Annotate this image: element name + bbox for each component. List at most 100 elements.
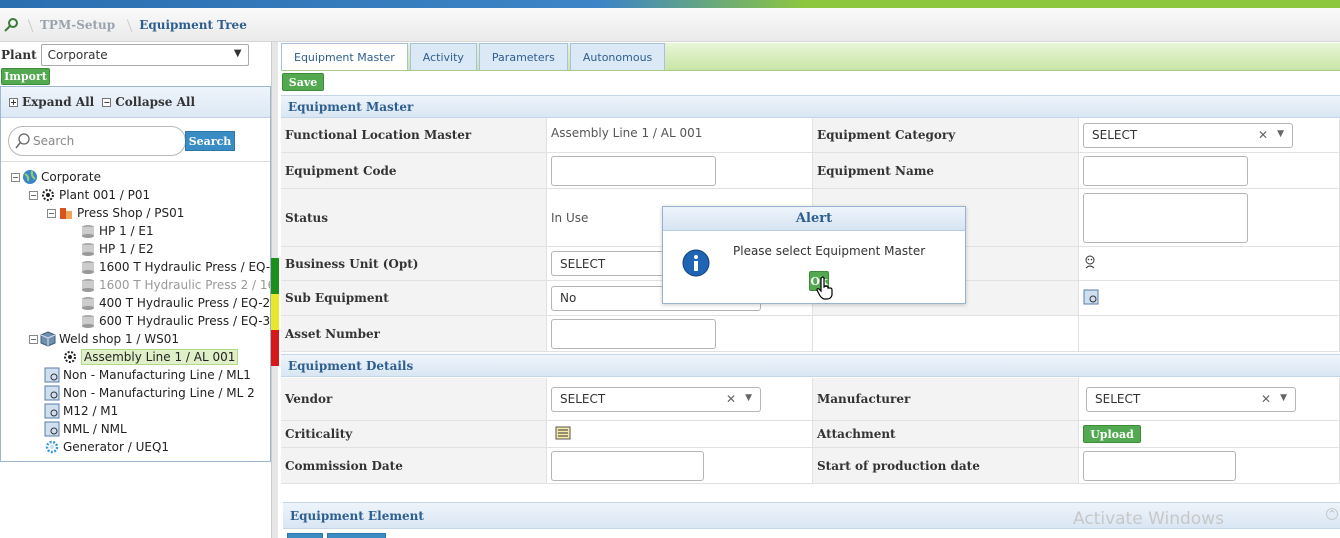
breadcrumb-separator (121, 15, 129, 35)
collapse-all-button[interactable]: − Collapse All (102, 95, 199, 109)
minus-icon: − (102, 97, 112, 107)
equipment-code-input[interactable] (551, 155, 716, 186)
tab-bar: Equipment Master Activity Parameters Aut… (281, 43, 1340, 71)
save-button[interactable]: Save (282, 73, 324, 91)
equipment-category-label: Equipment Category (813, 118, 1079, 152)
tree-node-non-mfg-ml1[interactable]: Non - Manufacturing Line / ML1 (44, 366, 251, 384)
globe-icon (22, 169, 38, 185)
commission-date-label: Commission Date (281, 448, 547, 483)
tree-node-400t-eq2[interactable]: 400 T Hydraulic Press / EQ-2 (80, 294, 270, 312)
equipment-code-label: Equipment Code (281, 153, 547, 188)
asset-empty-cell-a (813, 316, 1079, 351)
start-production-input[interactable] (1083, 450, 1236, 481)
activate-windows-watermark: Activate Windows (1073, 509, 1224, 529)
tree-node-non-mfg-ml2[interactable]: Non - Manufacturing Line / ML 2 (44, 384, 255, 402)
tree-node-corporate[interactable]: − Corporate (11, 168, 101, 186)
clear-icon[interactable]: ✕ (1258, 128, 1268, 142)
clear-icon[interactable]: ✕ (726, 392, 736, 406)
alert-dialog: Alert Please select Equipment Master Ok (662, 206, 966, 304)
breadcrumb-separator (22, 15, 30, 35)
person-icon[interactable] (1083, 255, 1097, 272)
tree-search: Search Search (1, 118, 270, 162)
photo-cell (1079, 247, 1340, 280)
functional-location-label: Functional Location Master (281, 118, 547, 152)
tree-node-generator[interactable]: Generator / UEQ1 (44, 438, 169, 456)
tab-activity[interactable]: Activity (409, 43, 477, 70)
description-textarea[interactable] (1083, 192, 1248, 243)
tab-autonomous[interactable]: Autonomous (569, 43, 666, 70)
collapse-toggle-icon[interactable]: − (11, 172, 20, 182)
collapse-toggle-icon[interactable]: − (29, 190, 38, 200)
tree-node-hp1-e2[interactable]: HP 1 / E2 (80, 240, 154, 258)
import-button[interactable]: Import (1, 68, 50, 85)
vendor-select[interactable]: SELECT ✕ ▼ (551, 386, 761, 412)
dropdown-arrow-icon: ▼ (745, 392, 752, 403)
level-indicator-red (271, 330, 279, 366)
equipment-category-select[interactable]: SELECT ✕ ▼ (1083, 122, 1293, 148)
tree-node-1600t-eq1[interactable]: 1600 T Hydraulic Press / EQ-1 (80, 258, 278, 276)
equipment-name-label: Equipment Name (813, 153, 1079, 188)
commission-date-input[interactable] (551, 450, 704, 481)
tree-node-hp1-e1[interactable]: HP 1 / E1 (80, 222, 154, 240)
equipment-stack-icon (80, 259, 96, 275)
status-label: Status (281, 189, 547, 246)
tree-node-assembly-line-1[interactable]: Assembly Line 1 / AL 001 (62, 348, 239, 366)
search-icon (15, 133, 31, 152)
plant-row: Plant Corporate ▼ (0, 42, 270, 68)
collapse-toggle-icon[interactable]: − (29, 334, 38, 344)
alert-message: Please select Equipment Master (733, 244, 926, 258)
tree-search-input[interactable]: Search (8, 126, 186, 156)
element-button-a[interactable] (287, 533, 323, 538)
vendor-cell: SELECT ✕ ▼ (547, 378, 813, 420)
machine-icon (44, 421, 60, 437)
tree-node-600t-eq3[interactable]: 600 T Hydraulic Press / EQ-3 (80, 312, 270, 330)
sub-equipment-label: Sub Equipment (281, 281, 547, 315)
machine-icon (44, 367, 60, 383)
tab-parameters[interactable]: Parameters (478, 43, 568, 70)
info-icon (682, 249, 710, 280)
equipment-stack-icon (80, 277, 96, 293)
tree-node-press-shop[interactable]: − Press Shop / PS01 (47, 204, 184, 222)
breadcrumb: TPM-Setup Equipment Tree (0, 8, 1340, 42)
machine-icon[interactable] (1083, 289, 1099, 308)
functional-location-value: Assembly Line 1 / AL 001 (547, 118, 813, 152)
tree-node-nml[interactable]: NML / NML (44, 420, 127, 438)
start-production-cell (1079, 448, 1340, 483)
tab-equipment-master[interactable]: Equipment Master (281, 43, 408, 70)
dropdown-arrow-icon: ▼ (1280, 392, 1287, 403)
collapse-toggle-icon[interactable]: − (47, 208, 56, 218)
clear-icon[interactable]: ✕ (1261, 392, 1271, 406)
manufacturer-cell: SELECT ✕ ▼ (1079, 378, 1340, 420)
description-cell (1079, 189, 1340, 246)
gear-icon (44, 439, 60, 455)
expand-all-button[interactable]: + Expand All (9, 95, 98, 109)
equipment-name-input[interactable] (1083, 155, 1248, 186)
equipment-name-cell (1079, 153, 1340, 188)
shop-icon (58, 205, 74, 221)
section-equipment-master: Equipment Master (281, 95, 1340, 118)
sub-equipment-icon-cell (1079, 281, 1340, 315)
row-criticality: Criticality Attachment Upload (281, 421, 1340, 448)
tree-node-plant-001[interactable]: − Plant 001 / P01 (29, 186, 150, 204)
tab-bar-filler (667, 43, 1340, 70)
gear-icon (62, 349, 78, 365)
home-icon[interactable] (2, 15, 22, 35)
collapse-chevron-icon[interactable]: ^ (1326, 508, 1338, 520)
element-button-b[interactable] (327, 533, 386, 538)
plant-select[interactable]: Corporate ▼ (40, 44, 249, 66)
manufacturer-select[interactable]: SELECT ✕ ▼ (1086, 386, 1296, 412)
asset-number-input[interactable] (551, 318, 716, 349)
tree-search-button[interactable]: Search (185, 131, 235, 151)
list-icon[interactable] (555, 426, 571, 443)
tree-node-m12[interactable]: M12 / M1 (44, 402, 118, 420)
breadcrumb-tpm-setup[interactable]: TPM-Setup (30, 18, 121, 32)
equipment-code-cell (547, 153, 813, 188)
asset-number-label: Asset Number (281, 316, 547, 351)
tree-node-1600t-press2[interactable]: 1600 T Hydraulic Press 2 / 1600 (80, 276, 270, 294)
equipment-category-cell: SELECT ✕ ▼ (1079, 118, 1340, 152)
equipment-stack-icon (80, 223, 96, 239)
row-vendor: Vendor SELECT ✕ ▼ Manufacturer SELECT ✕ … (281, 378, 1340, 421)
upload-button[interactable]: Upload (1083, 425, 1141, 443)
tree-node-weld-shop[interactable]: − Weld shop 1 / WS01 (29, 330, 179, 348)
breadcrumb-equipment-tree: Equipment Tree (139, 17, 247, 32)
